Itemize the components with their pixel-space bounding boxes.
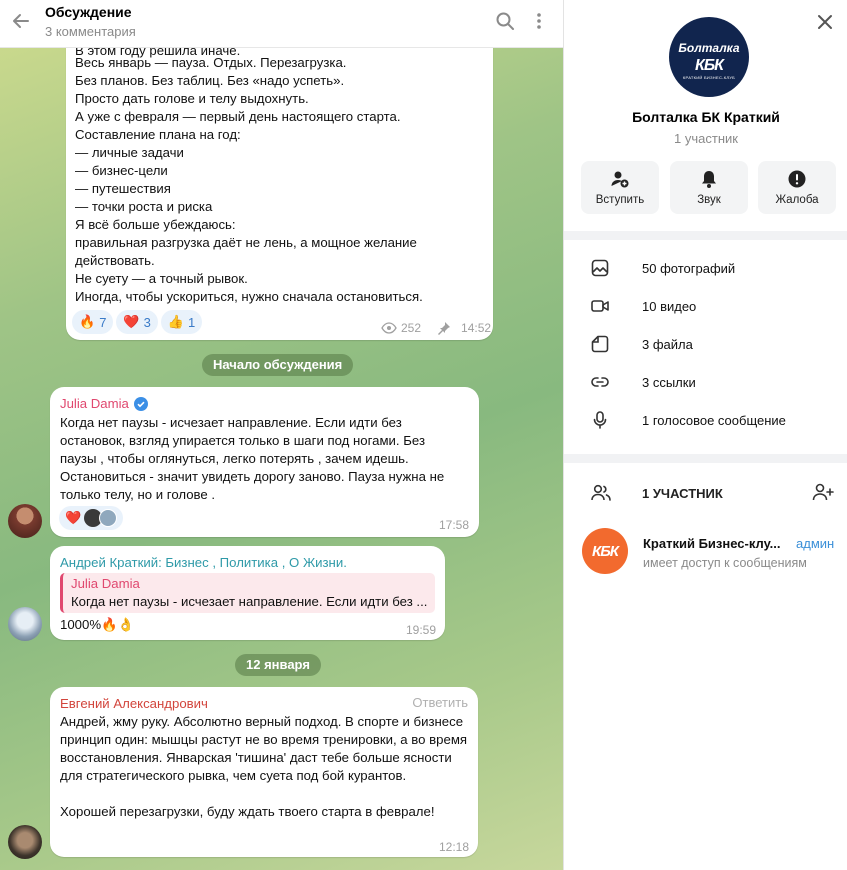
media-files[interactable]: 3 файла xyxy=(564,325,847,363)
close-icon xyxy=(818,15,832,29)
comment-text: Когда нет паузы - исчезает направление. … xyxy=(60,415,445,502)
bell-icon xyxy=(702,171,716,188)
reaction-heart[interactable]: ❤️ 3 xyxy=(116,310,158,334)
avatar[interactable] xyxy=(8,607,42,641)
post-meta: 252 14:52 xyxy=(381,321,491,335)
add-member-button[interactable] xyxy=(811,481,835,505)
group-logo: КБК xyxy=(695,57,724,74)
post-views: 252 xyxy=(401,321,422,335)
media-voice[interactable]: 1 голосовое сообщение xyxy=(564,401,847,439)
video-icon xyxy=(590,296,610,316)
mic-icon xyxy=(590,410,610,430)
member-name: Краткий Бизнес-клу... xyxy=(643,536,781,551)
warning-icon xyxy=(788,170,806,188)
chat-pane: Обсуждение 3 комментария В этом году реш… xyxy=(0,0,563,870)
comment-author[interactable]: Андрей Краткий: Бизнес , Политика , О Жи… xyxy=(60,554,347,572)
sound-button[interactable]: Звук xyxy=(670,161,748,214)
post-time: 14:52 xyxy=(461,321,492,335)
section-divider xyxy=(564,454,847,463)
comment-author[interactable]: Евгений Александрович xyxy=(60,695,208,713)
search-button[interactable] xyxy=(493,9,517,33)
add-user-icon xyxy=(611,171,629,188)
link-icon xyxy=(590,372,610,392)
info-panel: Болталка КБК КРАТКИЙ БИЗНЕС-КЛУБ Болталк… xyxy=(563,0,847,870)
member-role-badge: админ xyxy=(796,536,835,551)
page-title: Обсуждение xyxy=(45,4,132,20)
photo-icon xyxy=(590,258,610,278)
post-reactions: 🔥 7 ❤️ 3 👍 1 xyxy=(72,310,205,334)
group-name: Болталка БК Краткий xyxy=(632,109,780,125)
comment-evgeny: Евгений Александрович Ответить Андрей, ж… xyxy=(50,687,478,857)
close-button[interactable] xyxy=(813,10,837,34)
add-user-icon xyxy=(812,483,834,501)
comment-andrey: Андрей Краткий: Бизнес , Политика , О Жи… xyxy=(50,546,445,640)
media-links[interactable]: 3 ссылки xyxy=(564,363,847,401)
group-members-count: 1 участник xyxy=(674,131,738,146)
back-button[interactable] xyxy=(6,6,36,36)
media-photos[interactable]: 50 фотографий xyxy=(564,249,847,287)
verified-icon xyxy=(133,397,148,411)
reaction-thumbs-up[interactable]: 👍 1 xyxy=(160,310,203,334)
reaction-fire[interactable]: 🔥 7 xyxy=(72,310,114,334)
search-icon xyxy=(496,12,514,30)
reply-author: Julia Damia xyxy=(71,576,140,591)
reply-button[interactable]: Ответить xyxy=(412,695,468,710)
reply-text: Когда нет паузы - исчезает направление. … xyxy=(71,594,428,609)
comment-author[interactable]: Julia Damia xyxy=(60,395,129,413)
more-vertical-icon xyxy=(537,13,541,29)
reply-quote[interactable]: Julia Damia Когда нет паузы - исчезает н… xyxy=(60,573,435,613)
members-header: 1 УЧАСТНИК xyxy=(642,486,723,501)
members-icon xyxy=(590,483,611,503)
chat-header: Обсуждение 3 комментария xyxy=(0,0,563,48)
reactor-avatar xyxy=(99,509,118,527)
comment-text: Андрей, жму руку. Абсолютно верный подхо… xyxy=(60,714,468,819)
comment-reaction[interactable]: ❤️ xyxy=(59,506,124,530)
avatar: КБК xyxy=(582,528,628,574)
media-videos[interactable]: 10 видео xyxy=(564,287,847,325)
member-row[interactable]: КБК Краткий Бизнес-клу... админ имеет до… xyxy=(564,524,847,580)
date-divider: 12 января xyxy=(235,654,321,676)
comment-julia: Julia Damia Когда нет паузы - исчезает н… xyxy=(50,387,479,537)
group-avatar[interactable]: Болталка КБК КРАТКИЙ БИЗНЕС-КЛУБ xyxy=(669,17,749,97)
discussion-start-divider: Начало обсуждения xyxy=(202,354,354,376)
comment-time: 17:58 xyxy=(439,518,470,532)
comment-time: 12:18 xyxy=(439,840,470,854)
comment-text: 1000%🔥👌 xyxy=(60,617,134,632)
member-status: имеет доступ к сообщениям xyxy=(643,556,807,570)
join-button[interactable]: Вступить xyxy=(581,161,659,214)
comment-time: 19:59 xyxy=(406,623,437,637)
post-text: Весь январь — пауза. Отдых. Перезагрузка… xyxy=(75,55,423,304)
report-button[interactable]: Жалоба xyxy=(758,161,836,214)
section-divider xyxy=(564,231,847,240)
eye-icon xyxy=(381,322,397,334)
more-button[interactable] xyxy=(527,9,551,33)
avatar[interactable] xyxy=(8,825,42,859)
channel-post: В этом году решила иначе. Весь январь — … xyxy=(66,20,493,340)
file-icon xyxy=(590,334,610,354)
comment-count: 3 комментария xyxy=(45,24,136,39)
pin-icon xyxy=(438,322,451,335)
avatar[interactable] xyxy=(8,504,42,538)
arrow-left-icon xyxy=(13,14,29,28)
